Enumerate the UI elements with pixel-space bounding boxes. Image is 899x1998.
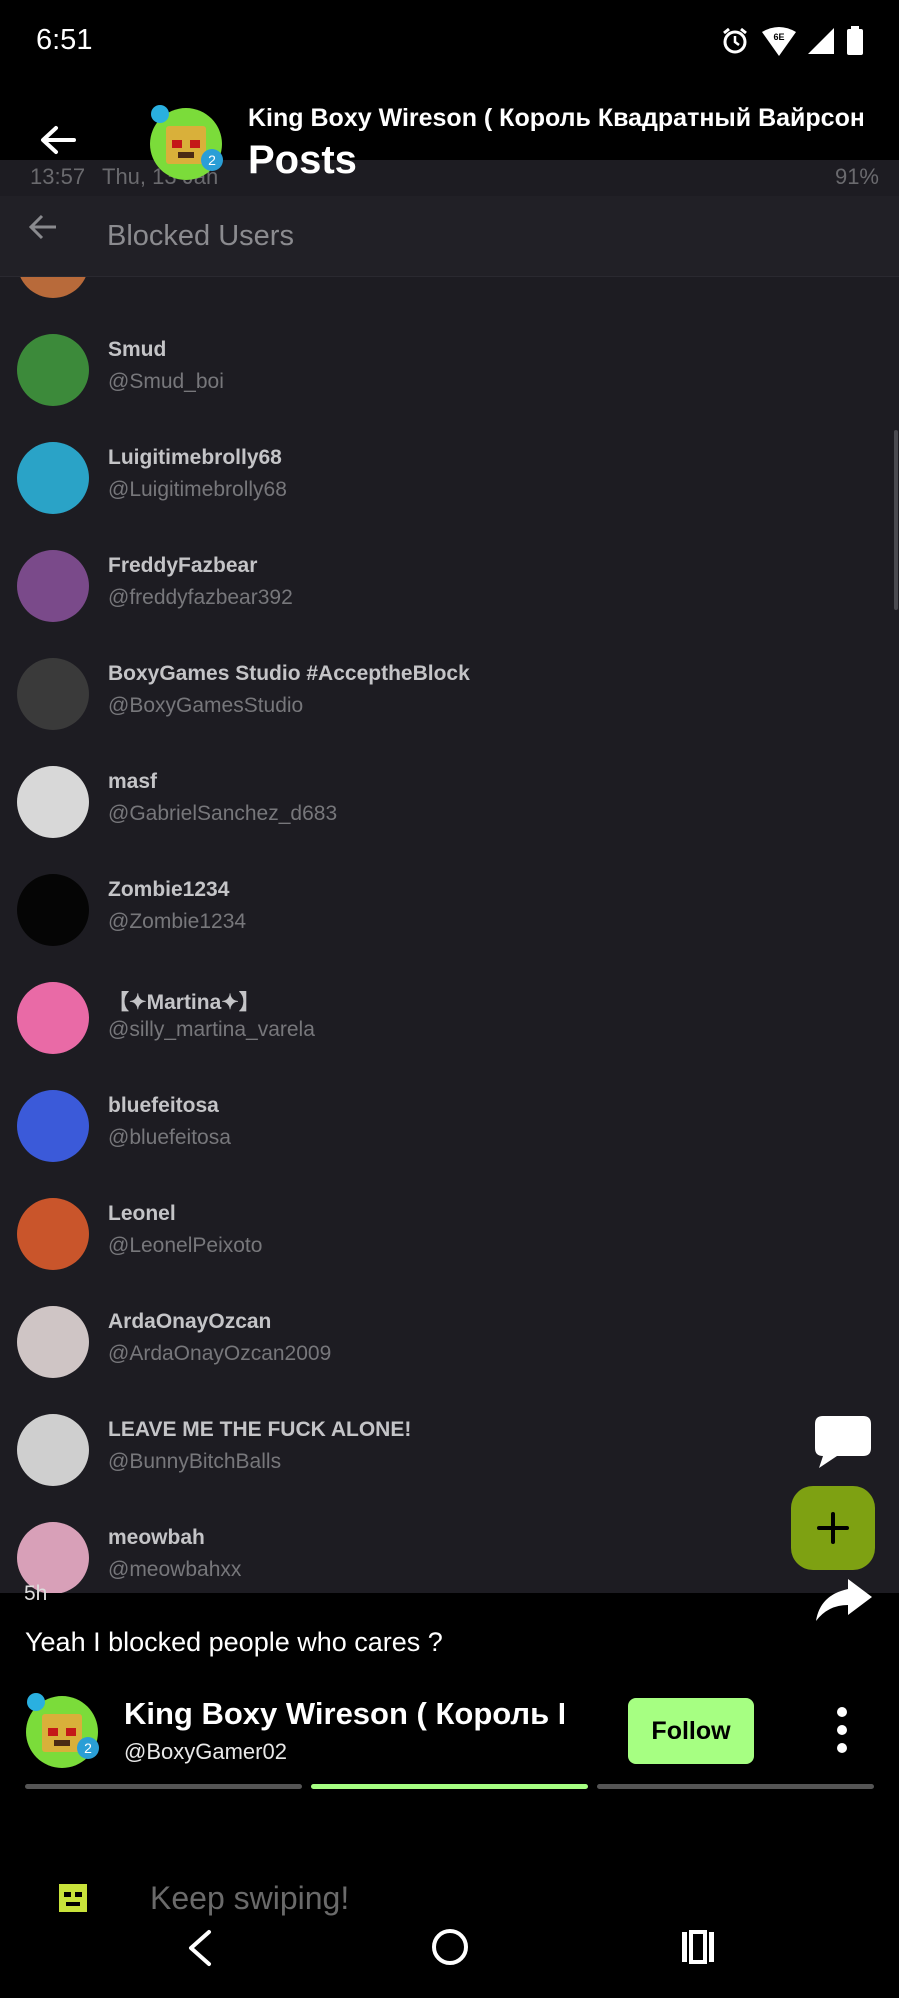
network-badge: 6E xyxy=(773,32,784,42)
blocked-user-row[interactable]: masf @GabrielSanchez_d683 xyxy=(0,758,899,866)
screenshot-back-arrow-icon xyxy=(28,214,56,240)
blocked-user-row[interactable]: Leonel @LeonelPeixoto xyxy=(0,1190,899,1298)
user-handle: @ArdaOnayOzcan2009 xyxy=(108,1342,332,1365)
status-time: 6:51 xyxy=(36,24,93,56)
screenshot-scrollbar xyxy=(894,430,898,610)
nav-back-icon[interactable] xyxy=(183,1928,219,1968)
user-handle: @Luigitimebrolly68 xyxy=(108,478,287,501)
user-handle: @BoxyGamesStudio xyxy=(108,694,304,717)
follow-button[interactable]: Follow xyxy=(628,1698,754,1764)
progress-segment xyxy=(597,1784,874,1789)
author-name[interactable]: King Boxy Wireson ( Король Квадратный Ва… xyxy=(124,1696,564,1732)
user-avatar xyxy=(17,1090,89,1162)
screenshot-status-time: 13:57 xyxy=(30,164,86,189)
user-avatar xyxy=(17,658,89,730)
signal-icon xyxy=(808,28,834,54)
blocked-user-row[interactable]: LEAVE ME THE FUCK ALONE! @BunnyBitchBalls xyxy=(0,1406,899,1514)
status-bar: 6:51 6E xyxy=(0,0,899,86)
screenshot-status-bar: 13:57 Thu, 13 Jan 91% xyxy=(0,160,899,196)
battery-icon xyxy=(847,26,863,55)
progress-segment xyxy=(25,1784,302,1789)
user-avatar xyxy=(17,550,89,622)
user-avatar xyxy=(17,1198,89,1270)
swipe-hint-icon xyxy=(59,1884,87,1912)
wifi-icon: 6E xyxy=(762,27,796,56)
user-handle: @freddyfazbear392 xyxy=(108,586,293,609)
user-display-name: Leonel xyxy=(108,1202,176,1225)
back-arrow-icon[interactable] xyxy=(38,120,78,160)
user-handle: @Smud_boi xyxy=(108,370,224,393)
chat-bubble-icon[interactable] xyxy=(813,1414,873,1470)
post-media-screenshot[interactable]: @Gdteam1Smud@Smud_boiLuigitimebrolly68@L… xyxy=(0,160,899,1593)
user-display-name: masf xyxy=(108,770,158,793)
blocked-user-row[interactable]: 【✦Martina✦】 @silly_martina_varela xyxy=(0,974,899,1082)
create-post-button[interactable] xyxy=(791,1486,875,1570)
user-display-name: Zombie1234 xyxy=(108,878,230,901)
user-handle: @silly_martina_varela xyxy=(108,1018,315,1041)
avatar-badge: 2 xyxy=(208,152,216,168)
blocked-user-row[interactable]: Luigitimebrolly68 @Luigitimebrolly68 xyxy=(0,434,899,542)
screenshot-battery-level: 91% xyxy=(834,164,879,189)
user-handle: @GabrielSanchez_d683 xyxy=(108,802,338,825)
author-handle[interactable]: @BoxyGamer02 xyxy=(124,1739,287,1765)
swipe-hint-text: Keep swiping! xyxy=(150,1880,350,1916)
blocked-user-row[interactable]: FreddyFazbear @freddyfazbear392 xyxy=(0,542,899,650)
blocked-user-row[interactable]: BoxyGames Studio #AcceptheBlock @BoxyGame… xyxy=(0,650,899,758)
nav-recents-icon[interactable] xyxy=(680,1930,716,1964)
user-avatar xyxy=(17,442,89,514)
channel-avatar[interactable]: 2 xyxy=(146,102,226,182)
user-handle: @bluefeitosa xyxy=(108,1126,231,1149)
user-display-name: FreddyFazbear xyxy=(108,554,258,577)
user-avatar xyxy=(17,874,89,946)
blocked-user-row[interactable]: Zombie1234 @Zombie1234 xyxy=(0,866,899,974)
channel-name[interactable]: King Boxy Wireson ( Король Квадратный Ва… xyxy=(248,104,863,133)
user-display-name: BoxyGames Studio #AcceptheBlock xyxy=(108,662,470,685)
user-display-name: bluefeitosa xyxy=(108,1094,219,1117)
author-avatar-badge: 2 xyxy=(84,1740,92,1756)
user-avatar xyxy=(17,1414,89,1486)
user-handle: @BunnyBitchBalls xyxy=(108,1450,282,1473)
plus-icon xyxy=(817,1512,849,1544)
blocked-user-row[interactable]: ArdaOnayOzcan @ArdaOnayOzcan2009 xyxy=(0,1298,899,1406)
user-handle: @Zombie1234 xyxy=(108,910,247,933)
user-avatar xyxy=(17,982,89,1054)
screenshot-header: Blocked Users xyxy=(0,196,899,277)
user-avatar xyxy=(17,1306,89,1378)
user-display-name: Smud xyxy=(108,338,167,361)
alarm-icon xyxy=(723,27,747,54)
blocked-user-row[interactable]: Smud @Smud_boi xyxy=(0,326,899,434)
blocked-user-row[interactable]: meowbah @meowbahxx xyxy=(0,1514,899,1593)
share-icon[interactable] xyxy=(812,1575,874,1625)
user-display-name: meowbah xyxy=(108,1526,205,1549)
user-avatar xyxy=(17,334,89,406)
page-title: Posts xyxy=(248,138,357,182)
user-display-name: 【✦Martina✦】 xyxy=(108,991,260,1014)
more-options-icon[interactable] xyxy=(830,1700,854,1760)
user-display-name: ArdaOnayOzcan xyxy=(108,1310,272,1333)
post-time-ago: 5h xyxy=(24,1582,48,1605)
screenshot-title: Blocked Users xyxy=(107,220,294,252)
progress-segment xyxy=(311,1784,588,1789)
user-handle: @meowbahxx xyxy=(108,1558,242,1581)
author-avatar[interactable]: 2 xyxy=(22,1690,102,1770)
user-display-name: Luigitimebrolly68 xyxy=(108,446,282,469)
post-caption: Yeah I blocked people who cares ? xyxy=(25,1627,443,1657)
blocked-user-row[interactable]: bluefeitosa @bluefeitosa xyxy=(0,1082,899,1190)
user-display-name: LEAVE ME THE FUCK ALONE! xyxy=(108,1418,412,1441)
user-avatar xyxy=(17,766,89,838)
nav-home-icon[interactable] xyxy=(428,1925,472,1969)
user-handle: @LeonelPeixoto xyxy=(108,1234,263,1257)
